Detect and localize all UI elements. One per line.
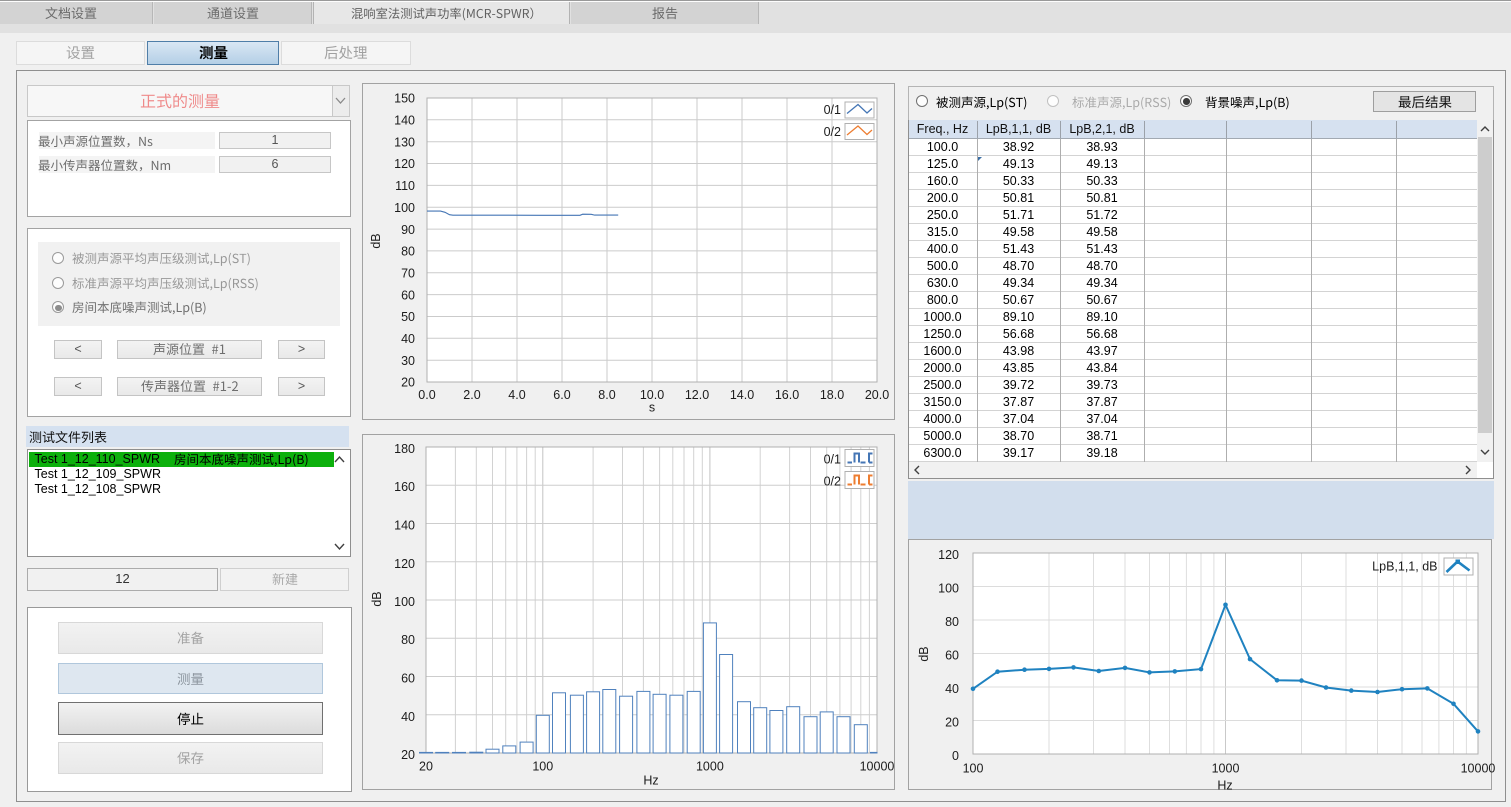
svg-text:20: 20	[945, 715, 959, 729]
svg-text:16.0: 16.0	[775, 388, 799, 402]
svg-text:Hz: Hz	[643, 774, 658, 788]
svg-text:120: 120	[394, 557, 415, 571]
svg-text:18.0: 18.0	[820, 388, 844, 402]
svg-text:40: 40	[401, 710, 415, 724]
svg-text:100: 100	[963, 761, 984, 775]
svg-text:0.0: 0.0	[418, 388, 435, 402]
svg-text:80: 80	[401, 245, 415, 259]
svg-text:60: 60	[401, 288, 415, 302]
svg-text:0/1: 0/1	[824, 453, 841, 467]
svg-text:100: 100	[394, 201, 415, 215]
svg-text:0/1: 0/1	[824, 103, 841, 117]
svg-text:s: s	[649, 401, 655, 415]
svg-text:120: 120	[938, 548, 959, 562]
svg-text:180: 180	[394, 442, 415, 456]
svg-text:40: 40	[945, 682, 959, 696]
svg-text:60: 60	[401, 672, 415, 686]
svg-text:2.0: 2.0	[463, 388, 480, 402]
svg-text:40: 40	[401, 332, 415, 346]
svg-text:8.0: 8.0	[598, 388, 615, 402]
svg-text:140: 140	[394, 114, 415, 128]
svg-text:1000: 1000	[1212, 761, 1240, 775]
svg-text:70: 70	[401, 267, 415, 281]
svg-text:110: 110	[395, 179, 415, 193]
svg-text:6.0: 6.0	[553, 388, 570, 402]
svg-text:20: 20	[419, 760, 433, 774]
svg-text:0/2: 0/2	[824, 475, 841, 489]
svg-text:LpB,1,1, dB: LpB,1,1, dB	[1372, 560, 1437, 574]
svg-text:130: 130	[394, 135, 415, 149]
svg-text:20: 20	[401, 748, 415, 762]
svg-text:Hz: Hz	[1217, 779, 1232, 793]
svg-text:60: 60	[945, 648, 959, 662]
svg-text:100: 100	[394, 595, 415, 609]
svg-text:50: 50	[401, 310, 415, 324]
svg-text:10000: 10000	[860, 760, 895, 774]
svg-text:80: 80	[945, 615, 959, 629]
svg-text:20.0: 20.0	[865, 388, 889, 402]
svg-text:90: 90	[401, 223, 415, 237]
svg-text:4.0: 4.0	[508, 388, 525, 402]
svg-text:100: 100	[938, 581, 959, 595]
svg-text:120: 120	[394, 157, 415, 171]
svg-text:80: 80	[401, 633, 415, 647]
svg-text:10000: 10000	[1461, 761, 1496, 775]
svg-text:dB: dB	[917, 646, 931, 661]
svg-text:1000: 1000	[696, 760, 724, 774]
svg-text:dB: dB	[369, 233, 383, 248]
svg-text:20: 20	[401, 376, 415, 390]
svg-text:160: 160	[394, 480, 415, 494]
svg-text:0: 0	[952, 749, 959, 763]
svg-text:150: 150	[394, 92, 415, 106]
svg-text:12.0: 12.0	[685, 388, 709, 402]
svg-text:14.0: 14.0	[730, 388, 754, 402]
svg-text:dB: dB	[370, 591, 384, 606]
svg-text:100: 100	[532, 760, 553, 774]
svg-text:30: 30	[401, 354, 415, 368]
svg-text:0/2: 0/2	[824, 125, 841, 139]
svg-text:140: 140	[394, 519, 415, 533]
